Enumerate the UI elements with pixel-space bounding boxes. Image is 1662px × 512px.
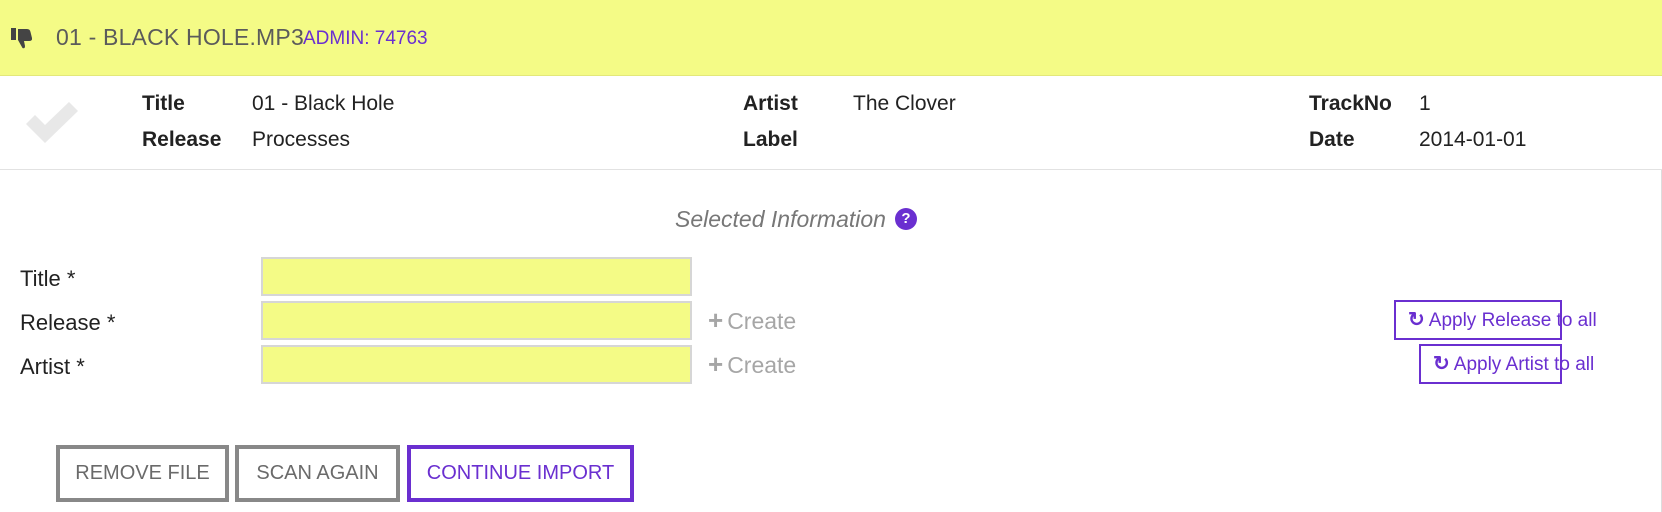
- create-artist-label: Create: [727, 352, 797, 378]
- form-title-label: Title *: [20, 266, 76, 291]
- detected-metadata: [0, 76, 1662, 170]
- scan-again-button[interactable]: SCAN AGAIN: [235, 445, 400, 502]
- remove-file-button[interactable]: REMOVE FILE: [56, 445, 229, 502]
- help-icon[interactable]: ?: [895, 208, 917, 230]
- selected-information-heading: Selected Information: [675, 206, 886, 232]
- apply-artist-to-all-button[interactable]: ↻ Apply Artist to all: [1419, 344, 1594, 384]
- file-header: 01 - BLACK HOLE.MP3 ADMIN: 74763: [0, 0, 1662, 76]
- release-input[interactable]: [261, 301, 692, 340]
- plus-icon: +: [708, 305, 724, 335]
- form-release-label: Release *: [20, 310, 116, 335]
- create-artist-link[interactable]: + Create: [708, 349, 796, 380]
- meta-date-label: Date: [1309, 128, 1355, 151]
- apply-artist-label: Apply Artist to all: [1453, 354, 1595, 375]
- meta-date-value: 2014-01-01: [1419, 128, 1527, 151]
- refresh-icon: ↻: [1433, 353, 1450, 375]
- meta-title-label: Title: [142, 92, 185, 115]
- refresh-icon: ↻: [1408, 309, 1425, 331]
- continue-import-button[interactable]: CONTINUE IMPORT: [407, 445, 634, 502]
- artist-input[interactable]: [261, 345, 692, 384]
- checkmark-icon: [26, 102, 78, 143]
- meta-release-label: Release: [142, 128, 222, 151]
- create-release-label: Create: [727, 308, 797, 334]
- thumbs-down-icon[interactable]: [10, 26, 34, 50]
- admin-id: ADMIN: 74763: [303, 28, 428, 49]
- meta-artist-value: The Clover: [853, 92, 956, 115]
- meta-title-value: 01 - Black Hole: [252, 92, 395, 115]
- meta-artist-label: Artist: [743, 92, 798, 115]
- plus-icon: +: [708, 349, 724, 379]
- meta-trackno-label: TrackNo: [1309, 92, 1392, 115]
- title-input[interactable]: [261, 257, 692, 296]
- meta-trackno-value: 1: [1419, 92, 1431, 115]
- apply-release-label: Apply Release to all: [1428, 310, 1597, 331]
- create-release-link[interactable]: + Create: [708, 305, 796, 336]
- meta-release-value: Processes: [252, 128, 351, 151]
- import-file-panel: 01 - BLACK HOLE.MP3 ADMIN: 74763 Title 0…: [0, 0, 1662, 512]
- file-name: 01 - BLACK HOLE.MP3: [56, 24, 304, 50]
- meta-label-label: Label: [743, 128, 798, 151]
- form-artist-label: Artist *: [20, 354, 85, 379]
- apply-release-to-all-button[interactable]: ↻ Apply Release to all: [1394, 300, 1597, 340]
